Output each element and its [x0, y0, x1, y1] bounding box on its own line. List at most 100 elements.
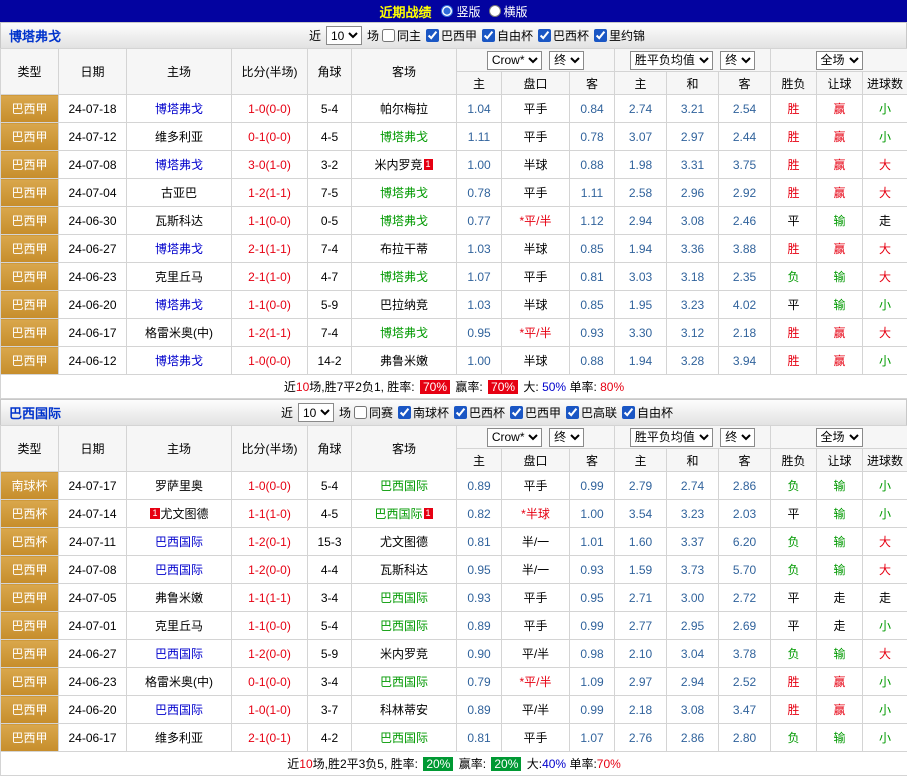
filter-checkbox[interactable]: 巴西杯	[538, 27, 589, 44]
home-team[interactable]: 克里丘马	[127, 612, 232, 640]
home-team[interactable]: 1尤文图德	[127, 500, 232, 528]
odds-final-select[interactable]: 终	[549, 428, 584, 447]
odds-away: 0.85	[570, 291, 615, 319]
layout-horizontal-radio-input[interactable]	[489, 5, 501, 17]
away-team[interactable]: 博塔弗戈	[352, 319, 457, 347]
away-team[interactable]: 巴拉纳竞	[352, 291, 457, 319]
away-team[interactable]: 博塔弗戈	[352, 207, 457, 235]
league-type: 巴西甲	[1, 584, 59, 612]
away-team[interactable]: 巴西国际1	[352, 500, 457, 528]
col-score: 比分(半场)	[232, 49, 308, 95]
handicap-line: 半/一	[502, 528, 570, 556]
away-team[interactable]: 巴西国际	[352, 472, 457, 500]
filter-checkbox[interactable]: 巴高联	[566, 404, 617, 421]
home-team[interactable]: 博塔弗戈	[127, 151, 232, 179]
home-team[interactable]: 巴西国际	[127, 556, 232, 584]
result-handicap: 赢	[817, 319, 863, 347]
recent-count-select[interactable]: 10	[326, 26, 362, 45]
filter-checkbox-input[interactable]	[622, 406, 635, 419]
filter-checkbox[interactable]: 南球杯	[398, 404, 449, 421]
away-team[interactable]: 布拉干蒂	[352, 235, 457, 263]
table-row: 巴西甲24-06-12博塔弗戈1-0(0-0)14-2弗鲁米嫩1.00半球0.8…	[1, 347, 907, 375]
home-team[interactable]: 维多利亚	[127, 724, 232, 752]
matches-table: 类型 日期 主场 比分(半场) 角球 客场 Crow* 终 胜平负均值 终 全场	[0, 425, 907, 776]
result-wdl: 负	[771, 263, 817, 291]
away-team[interactable]: 巴西国际	[352, 584, 457, 612]
match-date: 24-07-04	[59, 179, 127, 207]
home-team[interactable]: 古亚巴	[127, 179, 232, 207]
filter-checkbox-input[interactable]	[594, 29, 607, 42]
filter-checkbox-input[interactable]	[510, 406, 523, 419]
table-row: 巴西甲24-06-27巴西国际1-2(0-0)5-9米内罗竞0.90平/半0.9…	[1, 640, 907, 668]
odds-final-select[interactable]: 终	[549, 51, 584, 70]
away-team[interactable]: 巴西国际	[352, 612, 457, 640]
away-team[interactable]: 帕尔梅拉	[352, 95, 457, 123]
away-team[interactable]: 科林蒂安	[352, 696, 457, 724]
home-team[interactable]: 格雷米奥(中)	[127, 668, 232, 696]
filter-checkbox[interactable]: 巴西甲	[510, 404, 561, 421]
away-team[interactable]: 弗鲁米嫩	[352, 347, 457, 375]
home-team[interactable]: 博塔弗戈	[127, 235, 232, 263]
odds-company-select[interactable]: Crow*	[487, 51, 542, 70]
away-team[interactable]: 米内罗竞1	[352, 151, 457, 179]
away-team[interactable]: 米内罗竞	[352, 640, 457, 668]
corners: 5-4	[308, 612, 352, 640]
layout-vertical-radio-input[interactable]	[441, 5, 453, 17]
avg-group-header: 胜平负均值 终	[615, 426, 771, 449]
away-team[interactable]: 博塔弗戈	[352, 263, 457, 291]
filter-checkbox-input[interactable]	[398, 406, 411, 419]
avg-final-select[interactable]: 终	[720, 428, 755, 447]
team-name[interactable]: 博塔弗戈	[9, 26, 61, 45]
home-team[interactable]: 博塔弗戈	[127, 347, 232, 375]
filter-checkbox[interactable]: 同主	[382, 27, 421, 44]
league-type: 巴西杯	[1, 500, 59, 528]
layout-horizontal-radio[interactable]: 横版	[481, 3, 528, 20]
home-team[interactable]: 弗鲁米嫩	[127, 584, 232, 612]
avg-odds-select[interactable]: 胜平负均值	[630, 51, 713, 70]
layout-vertical-radio[interactable]: 竖版	[433, 3, 480, 20]
filter-checkbox[interactable]: 巴西甲	[426, 27, 477, 44]
filter-checkbox[interactable]: 自由杯	[482, 27, 533, 44]
odds-home: 1.04	[457, 95, 502, 123]
filter-checkbox[interactable]: 同赛	[354, 404, 393, 421]
filter-checkbox[interactable]: 自由杯	[622, 404, 673, 421]
avg-final-select[interactable]: 终	[720, 51, 755, 70]
filter-checkbox-input[interactable]	[454, 406, 467, 419]
odds-company-select[interactable]: Crow*	[487, 428, 542, 447]
result-wdl: 胜	[771, 95, 817, 123]
home-team[interactable]: 维多利亚	[127, 123, 232, 151]
home-team[interactable]: 瓦斯科达	[127, 207, 232, 235]
section-header-bar: 博塔弗戈 近 10 场 同主巴西甲自由杯巴西杯里约锦	[0, 22, 907, 48]
away-team[interactable]: 博塔弗戈	[352, 123, 457, 151]
avg-away-odds: 2.46	[719, 207, 771, 235]
home-team[interactable]: 巴西国际	[127, 640, 232, 668]
recent-count-select[interactable]: 10	[298, 403, 334, 422]
filter-checkbox-input[interactable]	[538, 29, 551, 42]
scope-select[interactable]: 全场	[816, 51, 863, 70]
filter-checkbox[interactable]: 巴西杯	[454, 404, 505, 421]
filter-checkbox-input[interactable]	[426, 29, 439, 42]
home-team[interactable]: 克里丘马	[127, 263, 232, 291]
avg-odds-select[interactable]: 胜平负均值	[630, 428, 713, 447]
home-team[interactable]: 罗萨里奥	[127, 472, 232, 500]
away-team[interactable]: 巴西国际	[352, 668, 457, 696]
away-team[interactable]: 尤文图德	[352, 528, 457, 556]
away-team[interactable]: 博塔弗戈	[352, 179, 457, 207]
filter-checkbox-input[interactable]	[382, 29, 395, 42]
avg-away-odds: 2.69	[719, 612, 771, 640]
home-team[interactable]: 博塔弗戈	[127, 291, 232, 319]
filter-checkbox-input[interactable]	[482, 29, 495, 42]
home-team[interactable]: 格雷米奥(中)	[127, 319, 232, 347]
filter-checkbox-input[interactable]	[354, 406, 367, 419]
odds-away: 0.85	[570, 235, 615, 263]
away-team[interactable]: 巴西国际	[352, 724, 457, 752]
home-team[interactable]: 巴西国际	[127, 528, 232, 556]
filter-checkbox-input[interactable]	[566, 406, 579, 419]
summary-text: 近10场,胜7平2负1, 胜率: 70% 赢率: 70% 大: 50% 单率: …	[1, 375, 907, 399]
home-team[interactable]: 巴西国际	[127, 696, 232, 724]
away-team[interactable]: 瓦斯科达	[352, 556, 457, 584]
team-name[interactable]: 巴西国际	[9, 403, 61, 422]
filter-checkbox[interactable]: 里约锦	[594, 27, 645, 44]
home-team[interactable]: 博塔弗戈	[127, 95, 232, 123]
scope-select[interactable]: 全场	[816, 428, 863, 447]
